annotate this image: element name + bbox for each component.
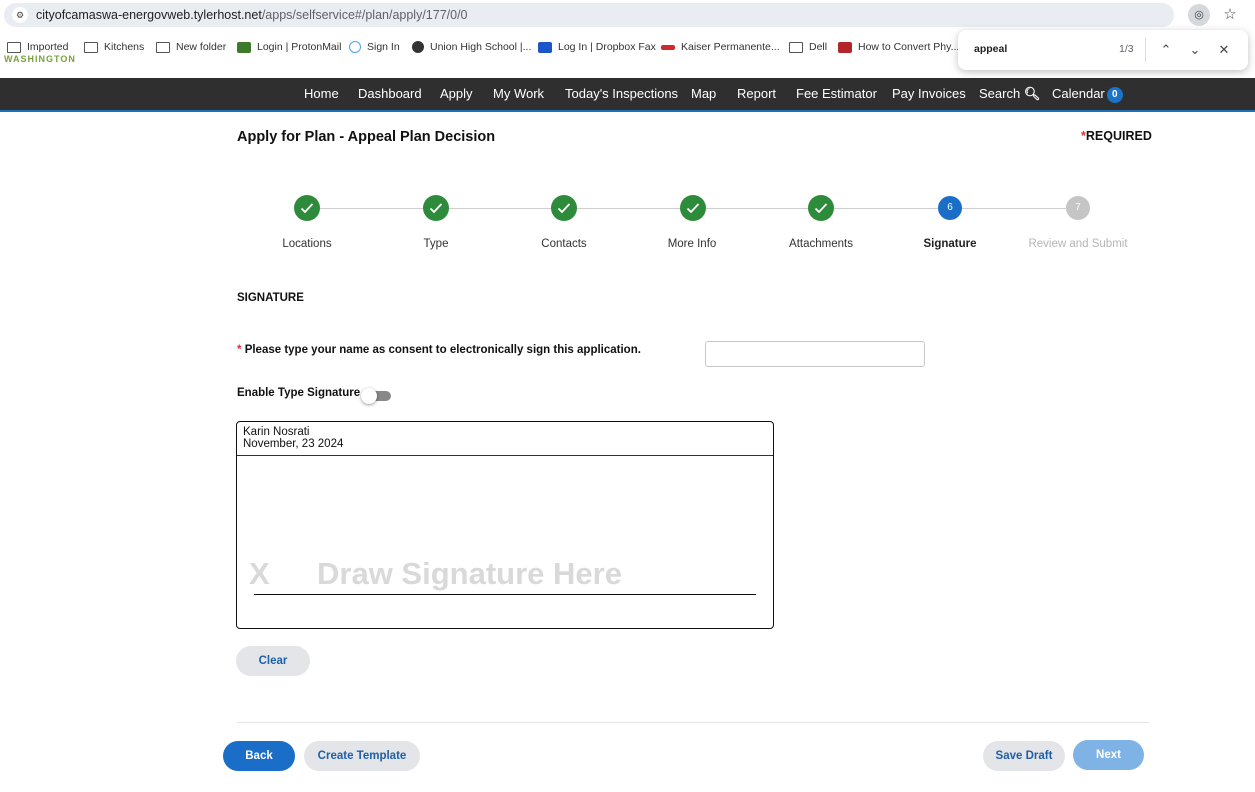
step-attachments-check-icon[interactable]	[808, 195, 834, 221]
step-locations-check-icon[interactable]	[294, 195, 320, 221]
bookmark-kitchens[interactable]: Kitchens	[84, 41, 144, 53]
footer-divider	[237, 722, 1149, 723]
step-contacts-check-icon[interactable]	[551, 195, 577, 221]
bookmark-imported[interactable]: Imported	[7, 41, 68, 53]
school-icon	[412, 41, 424, 53]
nav-search[interactable]: Search 🔍︎	[979, 86, 1040, 102]
bookmark-dropbox-fax[interactable]: Log In | Dropbox Fax	[538, 41, 656, 53]
find-close-icon[interactable]: ✕	[1213, 39, 1235, 61]
url-path: /apps/selfservice#/plan/apply/177/0/0	[261, 8, 468, 22]
kaiser-icon	[661, 44, 675, 50]
bookmark-protonmail[interactable]: Login | ProtonMail	[237, 41, 341, 53]
step-type-label[interactable]: Type	[366, 238, 506, 250]
nav-dashboard[interactable]: Dashboard	[358, 86, 422, 101]
clear-button[interactable]: Clear	[236, 646, 310, 676]
step-signature-number[interactable]: 6	[938, 196, 962, 220]
page-title: Apply for Plan - Appeal Plan Decision	[237, 129, 496, 145]
url-host: cityofcamaswa-energovweb.tylerhost.net	[36, 8, 262, 22]
nav-my-work[interactable]: My Work	[493, 86, 544, 101]
protonmail-icon	[237, 41, 251, 53]
partial-logo: WASHINGTON	[4, 54, 76, 63]
url-text[interactable]: cityofcamaswa-energovweb.tylerhost.net/a…	[36, 7, 468, 23]
signature-header: Karin Nosrati November, 23 2024	[237, 422, 773, 456]
signature-line	[254, 594, 756, 595]
folder-icon	[156, 41, 170, 53]
nav-todays-inspections[interactable]: Today's Inspections	[565, 86, 678, 101]
bookmark-kaiser[interactable]: Kaiser Permanente...	[661, 41, 780, 53]
signer-date: November, 23 2024	[243, 438, 344, 450]
find-input[interactable]: appeal	[974, 43, 1007, 55]
create-template-button[interactable]: Create Template	[304, 741, 420, 771]
draw-signature-placeholder: Draw Signature Here	[317, 556, 622, 591]
step-signature-label[interactable]: Signature	[880, 238, 1020, 250]
section-title: SIGNATURE	[237, 292, 304, 304]
enable-type-signature-toggle[interactable]	[361, 388, 391, 404]
bookmark-how-to-convert[interactable]: How to Convert Phy...	[838, 41, 959, 53]
step-more-info-label[interactable]: More Info	[622, 238, 762, 250]
bookmark-sign-in[interactable]: Sign In	[349, 41, 400, 53]
lens-icon[interactable]: ◎	[1188, 4, 1210, 26]
consent-name-input[interactable]	[705, 341, 925, 367]
main-nav: Home Dashboard Apply My Work Today's Ins…	[0, 78, 1255, 112]
step-more-info-check-icon[interactable]	[680, 195, 706, 221]
folder-icon	[7, 41, 21, 53]
bookmark-star-icon[interactable]: ☆	[1219, 4, 1241, 26]
nav-pay-invoices[interactable]: Pay Invoices	[892, 86, 966, 101]
required-legend: *REQUIRED	[1081, 129, 1152, 143]
find-separator	[1145, 38, 1146, 62]
next-button[interactable]: Next	[1073, 740, 1144, 770]
signature-pad[interactable]: Karin Nosrati November, 23 2024 X Draw S…	[236, 421, 774, 629]
nav-map[interactable]: Map	[691, 86, 716, 101]
nav-fee-estimator[interactable]: Fee Estimator	[796, 86, 877, 101]
find-previous-icon[interactable]: ⌃	[1155, 39, 1177, 61]
search-icon: 🔍︎	[1023, 86, 1041, 101]
save-draft-button[interactable]: Save Draft	[983, 741, 1065, 771]
article-icon	[838, 41, 852, 53]
signature-x-mark: X	[249, 556, 270, 591]
url-field[interactable]: ⚙ cityofcamaswa-energovweb.tylerhost.net…	[4, 3, 1174, 27]
browser-address-bar: ⚙ cityofcamaswa-energovweb.tylerhost.net…	[0, 0, 1255, 30]
consent-label: * Please type your name as consent to el…	[237, 344, 641, 356]
find-next-icon[interactable]: ⌄	[1184, 39, 1206, 61]
bookmark-union-high-school[interactable]: Union High School |...	[412, 41, 531, 53]
bookmark-new-folder[interactable]: New folder	[156, 41, 226, 53]
step-type-check-icon[interactable]	[423, 195, 449, 221]
site-settings-icon[interactable]: ⚙	[12, 7, 28, 23]
step-attachments-label[interactable]: Attachments	[751, 238, 891, 250]
calendar-count-badge: 0	[1106, 87, 1123, 103]
folder-icon	[789, 41, 803, 53]
nav-home[interactable]: Home	[304, 86, 339, 101]
back-button[interactable]: Back	[223, 741, 295, 771]
enable-type-signature-label: Enable Type Signature	[237, 387, 361, 399]
find-bar: appeal 1/3 ⌃ ⌄ ✕	[958, 30, 1248, 70]
dropbox-icon	[538, 41, 552, 53]
sign-in-icon	[349, 41, 361, 53]
signer-name: Karin Nosrati	[243, 426, 310, 438]
find-count: 1/3	[1119, 43, 1134, 55]
bookmark-dell[interactable]: Dell	[789, 41, 827, 53]
folder-icon	[84, 41, 98, 53]
step-contacts-label[interactable]: Contacts	[494, 238, 634, 250]
nav-apply[interactable]: Apply	[440, 86, 473, 101]
toggle-knob	[361, 388, 377, 404]
step-locations-label[interactable]: Locations	[237, 238, 377, 250]
nav-calendar[interactable]: Calendar 0	[1052, 86, 1123, 103]
nav-report[interactable]: Report	[737, 86, 776, 101]
step-review-label: Review and Submit	[1028, 238, 1128, 250]
step-review-number: 7	[1066, 196, 1090, 220]
